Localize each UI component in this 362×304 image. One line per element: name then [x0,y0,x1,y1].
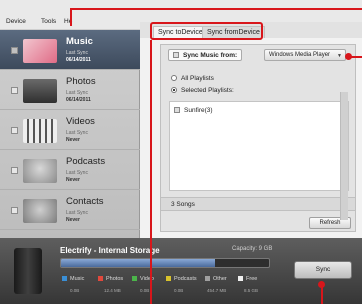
callout-line-tabs [150,40,152,304]
legend-size-video: 0.0B [140,288,150,293]
sidebar-item-title: Podcasts [66,156,106,167]
legend-label: Free [246,276,258,282]
legend-podcasts: Podcasts [166,276,197,282]
legend-free: Free [238,276,257,282]
sidebar-item-date: Never [66,217,80,223]
storage-fill [61,259,215,267]
sidebar: Music Last Sync 06/14/2011 Photos Last S… [0,30,140,238]
photo-thumb-icon [23,79,57,103]
tabs-callout-box [150,22,263,40]
sidebar-item-sub: Last Sync [66,130,88,136]
sidebar-item-music[interactable]: Music Last Sync 06/14/2011 [0,30,140,70]
music-checkbox[interactable] [11,47,18,54]
storage-bar [60,258,270,268]
legend-size-other: 454.7 MB [207,288,227,293]
sidebar-item-sub: Last Sync [66,90,88,96]
sidebar-item-sub: Last Sync [66,170,88,176]
legend-swatch [98,276,103,281]
sidebar-item-sub: Last Sync [66,210,88,216]
storage-title: Electrify - Internal Storage [60,246,160,255]
sync-music-checkbox[interactable]: Sync Music from: [168,49,243,61]
callout-dot-dropdown [345,53,352,60]
legend-swatch [132,276,137,281]
sidebar-item-title: Videos [66,116,95,127]
legend-size-podcasts: 0.0B [174,288,184,293]
legend-swatch [166,276,171,281]
legend-label: Podcasts [174,276,197,282]
checkbox-box [173,52,179,58]
legend-swatch [238,276,243,281]
sidebar-item-date: Never [66,177,80,183]
radio-icon [171,87,177,93]
sidebar-item-photos[interactable]: Photos Last Sync 06/14/2011 [0,70,140,110]
sync-panel: Sync Music from: Windows Media Player ▼ … [160,44,356,232]
sidebar-item-date: Never [66,137,80,143]
storage-capacity: Capacity: 9 GB [232,246,273,252]
all-playlists-label: All Playlists [181,75,214,82]
phone-device-icon [14,248,42,294]
podcasts-checkbox[interactable] [11,167,18,174]
legend-size-free: 8.5 GB [244,288,259,293]
callout-line-menu [70,8,72,26]
contacts-checkbox[interactable] [11,207,18,214]
sync-button[interactable]: Sync [294,261,352,279]
storage-area: Electrify - Internal Storage Capacity: 9… [0,238,362,304]
menu-device[interactable]: Device [6,18,26,25]
photos-checkbox[interactable] [11,87,18,94]
sidebar-item-title: Music [66,36,93,47]
source-dropdown[interactable]: Windows Media Player ▼ [264,49,346,61]
legend-size-music: 0.0B [70,288,80,293]
playlist-list: Sunfire(3) [169,101,349,191]
sidebar-item-podcasts[interactable]: Podcasts Last Sync Never [0,150,140,190]
all-playlists-radio[interactable]: All Playlists [171,75,214,82]
sidebar-item-date: 06/14/2011 [66,57,91,63]
chevron-down-icon: ▼ [337,53,342,59]
legend-size-photos: 12.4 MB [104,288,121,293]
legend-label: Other [213,276,227,282]
sidebar-item-videos[interactable]: Videos Last Sync Never [0,110,140,150]
sync-music-label: Sync Music from: [183,52,238,59]
legend-swatch [62,276,67,281]
legend-label: Music [70,276,85,282]
legend-music: Music [62,276,84,282]
sidebar-item-sub: Last Sync [66,50,88,56]
selected-playlists-label: Selected Playlists: [181,87,234,94]
sidebar-item-contacts[interactable]: Contacts Last Sync Never [0,190,140,230]
legend-photos: Photos [98,276,123,282]
playlist-checkbox [174,107,180,113]
vertical-scrollbar[interactable] [340,92,348,220]
menu-tools[interactable]: Tools [41,18,56,25]
podcast-thumb-icon [23,159,57,183]
sidebar-item-date: 06/14/2011 [66,97,91,103]
legend-other: Other [205,276,227,282]
sync-content: Sync Music from: Windows Media Player ▼ … [140,38,362,238]
videos-checkbox[interactable] [11,127,18,134]
callout-line-top [70,8,362,10]
radio-icon [171,75,177,81]
music-thumb-icon [23,39,57,63]
sidebar-item-title: Photos [66,76,96,87]
legend-swatch [205,276,210,281]
legend-label: Photos [106,276,124,282]
songs-count: 3 Songs [161,197,355,211]
video-thumb-icon [23,119,57,143]
selected-playlists-radio[interactable]: Selected Playlists: [171,87,234,94]
playlist-label: Sunfire(3) [184,107,213,114]
playlist-item[interactable]: Sunfire(3) [174,107,213,114]
contacts-thumb-icon [23,199,57,223]
sidebar-item-title: Contacts [66,196,104,207]
source-value: Windows Media Player [269,52,331,58]
callout-dot-sync [318,281,325,288]
